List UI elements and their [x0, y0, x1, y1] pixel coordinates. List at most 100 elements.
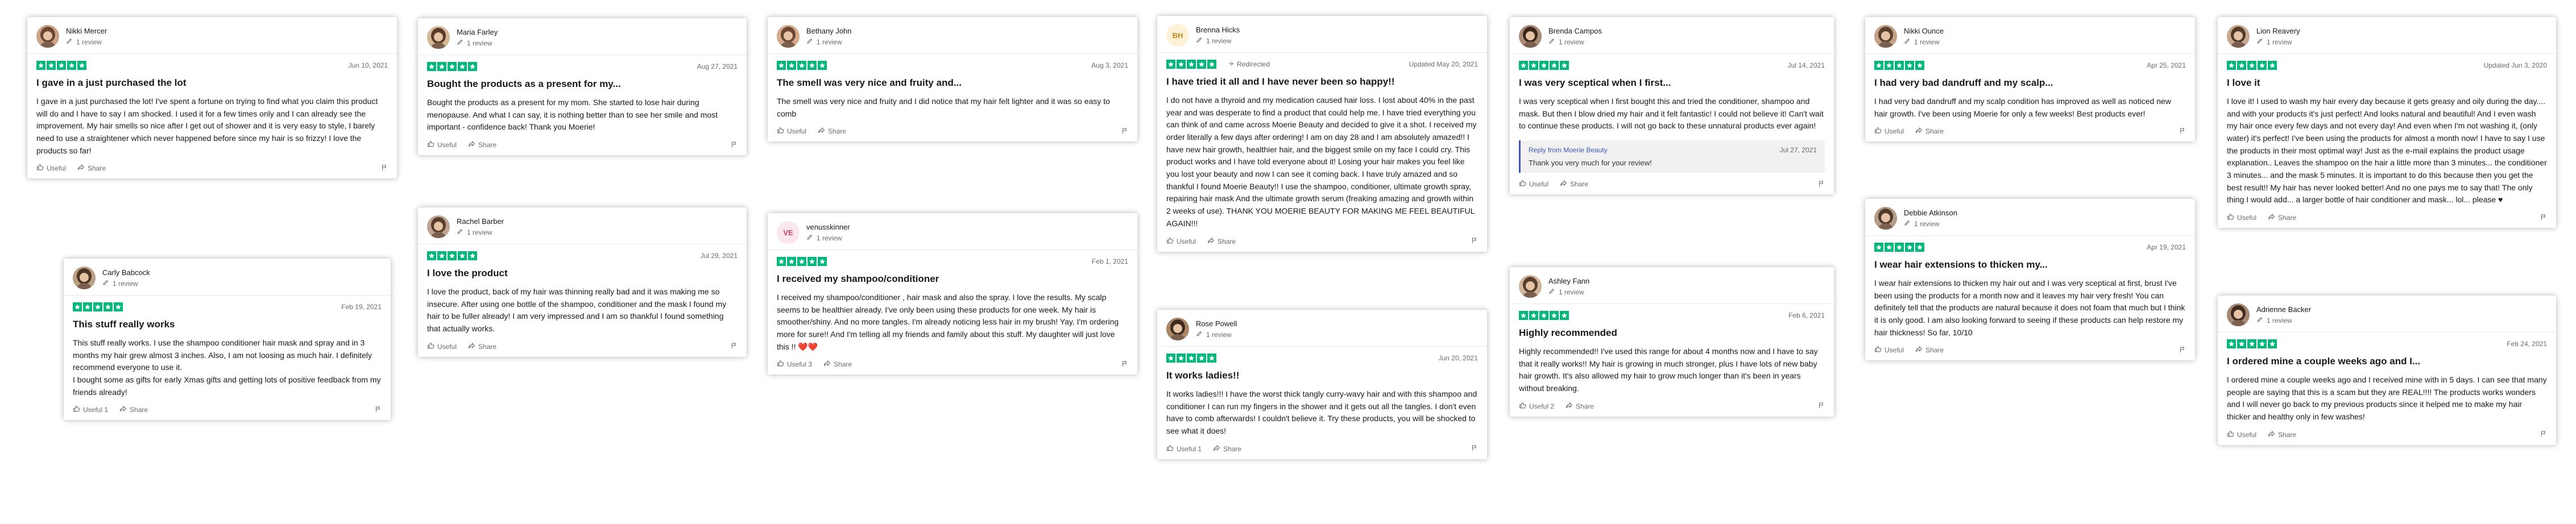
review-title[interactable]: Bought the products as a present for my.… [427, 78, 738, 91]
reviewer-name[interactable]: Brenda Campos [1548, 27, 1602, 35]
star-icon [1187, 60, 1196, 69]
reviewer-name[interactable]: Bethany John [806, 27, 852, 35]
flag-icon[interactable] [2179, 346, 2186, 355]
divider [64, 295, 391, 296]
review-title[interactable]: This stuff really works [73, 318, 382, 331]
useful-button[interactable]: Useful [36, 164, 66, 173]
useful-button[interactable]: Useful 2 [1519, 402, 1554, 411]
reviewer-name[interactable]: Brenna Hicks [1196, 26, 1240, 34]
reviewer-name[interactable]: Ashley Fann [1548, 277, 1589, 285]
useful-button[interactable]: Useful 1 [1166, 444, 1202, 454]
flag-icon[interactable] [375, 406, 382, 414]
divider [1510, 53, 1834, 54]
star-icon [1539, 311, 1548, 320]
share-button[interactable]: Share [2268, 430, 2296, 439]
flag-icon[interactable] [1121, 127, 1128, 136]
share-button[interactable]: Share [1560, 180, 1588, 189]
review-title[interactable]: I was very sceptical when I first... [1519, 77, 1825, 90]
review-title[interactable]: I had very bad dandruff and my scalp... [1874, 77, 2186, 90]
flag-icon[interactable] [2540, 430, 2547, 439]
share-button[interactable]: Share [468, 342, 496, 351]
review-date: Apr 19, 2021 [2147, 243, 2186, 251]
review-title[interactable]: The smell was very nice and fruity and..… [777, 77, 1128, 90]
star-icon [77, 61, 86, 70]
star-icon [458, 62, 467, 71]
useful-button[interactable]: Useful [2227, 430, 2256, 439]
review-title[interactable]: I ordered mine a couple weeks ago and I.… [2227, 355, 2547, 368]
review-title[interactable]: I have tried it all and I have never bee… [1166, 76, 1478, 89]
review-title[interactable]: I love the product [427, 267, 738, 280]
useful-button[interactable]: Useful [2227, 213, 2256, 222]
redirect-icon [1228, 60, 1237, 69]
reviewer-name[interactable]: Rose Powell [1196, 319, 1237, 328]
review-card: Rose Powell 1 review Jun 20, 2021 It works … [1157, 310, 1487, 459]
reviewer-name[interactable]: Nikki Mercer [66, 27, 107, 35]
share-button[interactable]: Share [77, 164, 106, 173]
flag-icon[interactable] [1471, 444, 1478, 453]
review-title[interactable]: I received my shampoo/conditioner [777, 273, 1128, 286]
flag-icon[interactable] [1471, 237, 1478, 246]
useful-button[interactable]: Useful [1519, 180, 1548, 189]
review-date: Aug 27, 2021 [697, 63, 738, 70]
reviewer-header: Nikki Mercer 1 review [36, 25, 388, 48]
useful-button[interactable]: Useful [1874, 127, 1904, 136]
reviewer-name[interactable]: Debbie Atkinson [1904, 209, 1957, 217]
reviewer-name[interactable]: Adrienne Backer [2256, 305, 2311, 314]
share-button[interactable]: Share [1915, 127, 1944, 136]
flag-icon[interactable] [1121, 360, 1128, 369]
pen-icon [457, 39, 467, 47]
reviewer-name[interactable]: venusskinner [806, 223, 850, 231]
review-title[interactable]: Highly recommended [1519, 327, 1825, 340]
star-icon [1915, 243, 1924, 252]
flag-icon[interactable] [2540, 214, 2547, 222]
flag-icon[interactable] [381, 164, 388, 173]
useful-button[interactable]: Useful [427, 140, 457, 149]
flag-icon[interactable] [1818, 180, 1825, 189]
share-button[interactable]: Share [823, 360, 852, 369]
star-icon [67, 61, 76, 70]
useful-button[interactable]: Useful 1 [73, 405, 108, 414]
review-count: 1 review [1904, 38, 1944, 46]
review-date: Updated Jun 3, 2020 [2483, 61, 2547, 69]
review-card: Carly Babcock 1 review Feb 19, 2021 This st… [64, 259, 391, 421]
star-rating [427, 62, 478, 71]
star-icon [777, 257, 786, 266]
reviewer-name[interactable]: Carly Babcock [102, 268, 150, 277]
review-title[interactable]: I wear hair extensions to thicken my... [1874, 259, 2186, 272]
flag-icon[interactable] [731, 342, 738, 351]
share-button[interactable]: Share [1213, 444, 1241, 454]
useful-button[interactable]: Useful 3 [777, 360, 812, 369]
flag-icon[interactable] [731, 141, 738, 149]
review-body: I was very sceptical when I first bought… [1519, 96, 1824, 131]
useful-button[interactable]: Useful [427, 342, 457, 351]
useful-button[interactable]: Useful [777, 127, 806, 136]
divider [768, 53, 1137, 54]
share-button[interactable]: Share [2268, 213, 2296, 222]
useful-button[interactable]: Useful [1166, 237, 1196, 246]
reviewer-name[interactable]: Lion Reavery [2256, 27, 2300, 35]
star-icon [427, 62, 436, 71]
review-title[interactable]: I love it [2227, 77, 2547, 90]
review-title[interactable]: It works ladies!! [1166, 369, 1478, 382]
share-button[interactable]: Share [1207, 237, 1236, 246]
share-button[interactable]: Share [119, 405, 148, 414]
share-button[interactable]: Share [1915, 346, 1944, 355]
review-count: 1 review [1904, 219, 1957, 228]
pen-icon [1904, 219, 1914, 228]
useful-button[interactable]: Useful [1874, 346, 1904, 355]
flag-icon[interactable] [2179, 127, 2186, 136]
share-button[interactable]: Share [818, 127, 846, 136]
reviewer-name[interactable]: Maria Farley [457, 28, 498, 36]
reviewer-name[interactable]: Nikki Ounce [1904, 27, 1944, 35]
share-button[interactable]: Share [468, 140, 496, 149]
share-icon [818, 127, 828, 136]
review-card: Lion Reavery 1 review Updated Jun 3, 2020 I… [2218, 17, 2556, 228]
review-title[interactable]: I gave in a just purchased the lot [36, 77, 388, 90]
flag-icon[interactable] [1818, 402, 1825, 410]
review-card: Maria Farley 1 review Aug 27, 2021 Bought t… [418, 18, 747, 155]
reviewer-name[interactable]: Rachel Barber [457, 217, 504, 226]
share-button[interactable]: Share [1566, 402, 1594, 411]
star-icon [437, 251, 446, 260]
star-icon [2247, 339, 2256, 348]
star-icon [818, 257, 827, 266]
